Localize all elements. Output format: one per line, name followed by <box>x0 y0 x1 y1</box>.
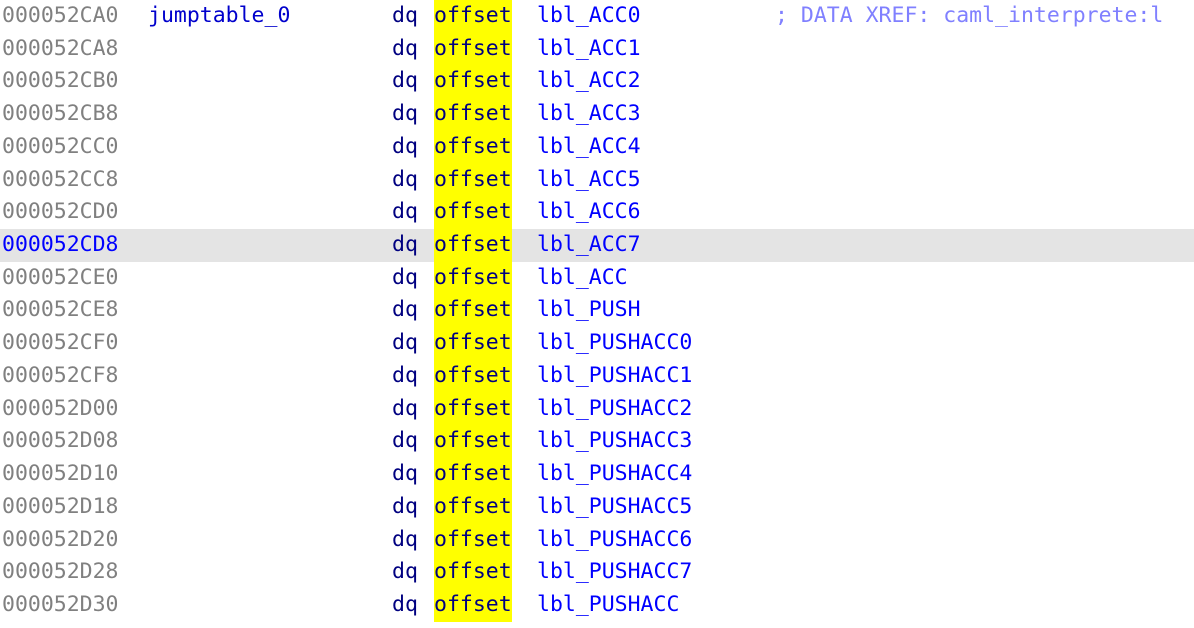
line-operand-label[interactable]: lbl_ACC4 <box>537 131 641 164</box>
line-address: 000052CA0 <box>2 3 119 28</box>
line-operand-label[interactable]: lbl_PUSHACC <box>537 589 679 622</box>
disasm-line[interactable]: 000052D10 dq offset lbl_PUSHACC4 <box>0 458 1194 491</box>
line-address: 000052CE0 <box>2 264 119 290</box>
disasm-line[interactable]: 000052CD0 dq offset lbl_ACC6 <box>0 196 1194 230</box>
line-address: 000052CB0 <box>2 68 119 94</box>
line-address: 000052D30 <box>2 591 119 617</box>
line-operand-label[interactable]: lbl_PUSHACC7 <box>537 556 692 589</box>
line-address: 000052CE8 <box>2 297 119 323</box>
disasm-line[interactable]: 000052CC0 dq offset lbl_ACC4 <box>0 130 1194 164</box>
line-offset-keyword-highlighted[interactable]: offset <box>434 327 512 360</box>
line-mnemonic: dq <box>392 591 418 617</box>
line-mnemonic: dq <box>392 428 418 454</box>
line-mnemonic: dq <box>392 166 418 192</box>
line-address: 000052D00 <box>2 395 119 421</box>
disasm-line[interactable]: 000052CA8 dq offset lbl_ACC1 <box>0 32 1194 66</box>
line-offset-keyword-highlighted[interactable]: offset <box>434 32 512 66</box>
line-offset-keyword-highlighted[interactable]: offset <box>434 229 512 262</box>
line-offset-keyword-highlighted[interactable]: offset <box>434 163 512 197</box>
line-mnemonic: dq <box>392 297 418 323</box>
line-operand-label[interactable]: lbl_PUSHACC6 <box>537 524 692 557</box>
line-address: 000052CB8 <box>2 101 119 127</box>
line-mnemonic: dq <box>392 362 418 388</box>
line-mnemonic: dq <box>392 559 418 585</box>
line-operand-label[interactable]: lbl_PUSHACC1 <box>537 360 692 393</box>
line-operand-label[interactable]: lbl_PUSHACC5 <box>537 491 692 524</box>
line-address: 000052CF8 <box>2 362 119 388</box>
line-offset-keyword-highlighted[interactable]: offset <box>434 588 512 622</box>
line-address: 000052D10 <box>2 461 119 487</box>
disasm-line[interactable]: 000052CE0 dq offset lbl_ACC <box>0 261 1194 295</box>
line-mnemonic: dq <box>392 35 418 61</box>
line-address: 000052CD8 <box>2 232 119 258</box>
line-mnemonic: dq <box>392 330 418 356</box>
disasm-line[interactable]: 000052D30 dq offset lbl_PUSHACC <box>0 588 1194 622</box>
line-mnemonic: dq <box>392 68 418 94</box>
line-symbol-name[interactable]: jumptable_0 <box>148 0 290 33</box>
line-offset-keyword-highlighted[interactable]: offset <box>434 490 512 524</box>
line-operand-label[interactable]: lbl_ACC7 <box>537 229 641 262</box>
line-xref-comment: ; DATA XREF: caml_interprete:l <box>775 3 1164 28</box>
disasm-line[interactable]: 000052CF8 dq offset lbl_PUSHACC1 <box>0 359 1194 393</box>
line-offset-keyword-highlighted[interactable]: offset <box>434 196 512 230</box>
line-offset-keyword-highlighted[interactable]: offset <box>434 523 512 557</box>
line-offset-keyword-highlighted[interactable]: offset <box>434 98 512 131</box>
line-mnemonic: dq <box>392 133 418 159</box>
line-address: 000052D18 <box>2 493 119 519</box>
line-operand-label[interactable]: lbl_ACC2 <box>537 65 641 98</box>
disasm-line[interactable]: 000052D00 dq offset lbl_PUSHACC2 <box>0 392 1194 426</box>
line-operand-label[interactable]: lbl_ACC6 <box>537 196 641 229</box>
disasm-line-current[interactable]: 000052CD8 dq offset lbl_ACC7 <box>0 229 1194 262</box>
line-address: 000052CC8 <box>2 166 119 192</box>
line-address: 000052D20 <box>2 526 119 552</box>
line-offset-keyword-highlighted[interactable]: offset <box>434 425 512 459</box>
line-offset-keyword-highlighted[interactable]: offset <box>434 458 512 491</box>
disassembly-view[interactable]: 000052CA0 jumptable_0 dq offset lbl_ACC0; DA… <box>0 0 1194 628</box>
disasm-line[interactable]: 000052CE8 dq offset lbl_PUSH <box>0 294 1194 328</box>
line-operand-label[interactable]: lbl_ACC0 <box>537 0 641 33</box>
line-operand-label[interactable]: lbl_PUSHACC2 <box>537 393 692 426</box>
line-operand-label[interactable]: lbl_PUSH <box>537 294 641 327</box>
line-offset-keyword-highlighted[interactable]: offset <box>434 556 512 589</box>
line-address: 000052CF0 <box>2 330 119 356</box>
line-offset-keyword-highlighted[interactable]: offset <box>434 294 512 328</box>
line-address: 000052D28 <box>2 559 119 585</box>
line-mnemonic: dq <box>392 101 418 127</box>
line-operand-label[interactable]: lbl_PUSHACC4 <box>537 458 692 491</box>
line-offset-keyword-highlighted[interactable]: offset <box>434 359 512 393</box>
line-address: 000052CA8 <box>2 35 119 61</box>
line-address: 000052CC0 <box>2 133 119 159</box>
line-operand-label[interactable]: lbl_ACC5 <box>537 164 641 197</box>
line-mnemonic: dq <box>392 3 418 28</box>
line-offset-keyword-highlighted[interactable]: offset <box>434 261 512 295</box>
line-mnemonic: dq <box>392 461 418 487</box>
line-offset-keyword-highlighted[interactable]: offset <box>434 130 512 164</box>
disasm-line[interactable]: 000052D18 dq offset lbl_PUSHACC5 <box>0 490 1194 524</box>
disasm-line[interactable]: 000052D08 dq offset lbl_PUSHACC3 <box>0 425 1194 459</box>
disasm-line[interactable]: 000052CA0 jumptable_0 dq offset lbl_ACC0 ; DA… <box>0 0 1194 33</box>
line-operand-label[interactable]: lbl_ACC3 <box>537 98 641 131</box>
disasm-line[interactable]: 000052D20 dq offset lbl_PUSHACC6 <box>0 523 1194 557</box>
line-offset-keyword-highlighted[interactable]: offset <box>434 65 512 99</box>
line-mnemonic: dq <box>392 264 418 290</box>
disasm-line[interactable]: 000052CB8 dq offset lbl_ACC3 <box>0 98 1194 131</box>
disasm-line[interactable]: 000052CB0 dq offset lbl_ACC2 <box>0 65 1194 99</box>
disasm-line[interactable]: 000052CF0 dq offset lbl_PUSHACC0 <box>0 327 1194 360</box>
line-offset-keyword-highlighted[interactable]: offset <box>434 0 512 33</box>
line-operand-label[interactable]: lbl_PUSHACC3 <box>537 425 692 458</box>
disasm-line[interactable]: 000052D28 dq offset lbl_PUSHACC7 <box>0 556 1194 589</box>
line-address: 000052CD0 <box>2 199 119 225</box>
line-operand-label[interactable]: lbl_ACC1 <box>537 33 641 66</box>
line-mnemonic: dq <box>392 493 418 519</box>
line-mnemonic: dq <box>392 232 418 258</box>
line-mnemonic: dq <box>392 199 418 225</box>
line-operand-label[interactable]: lbl_PUSHACC0 <box>537 327 692 360</box>
line-offset-keyword-highlighted[interactable]: offset <box>434 392 512 426</box>
line-mnemonic: dq <box>392 526 418 552</box>
line-address: 000052D08 <box>2 428 119 454</box>
line-mnemonic: dq <box>392 395 418 421</box>
line-operand-label[interactable]: lbl_ACC <box>537 262 628 295</box>
disasm-line[interactable]: 000052CC8 dq offset lbl_ACC5 <box>0 163 1194 197</box>
